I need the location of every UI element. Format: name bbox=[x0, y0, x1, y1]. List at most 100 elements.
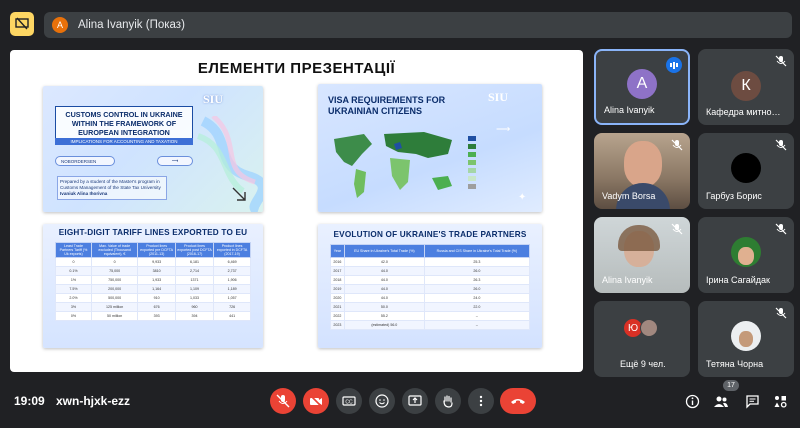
table-row: 2018 44.0 26.3 bbox=[330, 275, 531, 285]
thumb1-subtitle: IMPLICATIONS FOR ACCOUNTING AND TAXATION bbox=[55, 138, 193, 145]
table-row: 2017 44.0 26.0 bbox=[330, 266, 531, 276]
table-header-cell: Product lines exported post DCFTA (2016-… bbox=[174, 242, 215, 258]
table-cell: 26.0 bbox=[423, 284, 531, 294]
participant-name: Тетяна Чорна bbox=[706, 359, 764, 369]
more-participants-label: Ещё 9 чел. bbox=[620, 359, 666, 369]
thumb4-title: EVOLUTION OF UKRAINE'S TRADE PARTNERS bbox=[333, 230, 527, 239]
people-button[interactable] bbox=[712, 392, 730, 410]
captions-button[interactable]: CC bbox=[336, 388, 362, 414]
camera-off-icon bbox=[309, 394, 323, 408]
leave-call-button[interactable] bbox=[500, 388, 536, 414]
table-cell: 26.3 bbox=[423, 275, 531, 285]
table-cell: 7.5% bbox=[55, 284, 92, 294]
activities-button[interactable] bbox=[771, 392, 789, 410]
present-screen-icon bbox=[408, 395, 422, 406]
more-options-button[interactable] bbox=[468, 388, 494, 414]
table-cell: 44.0 bbox=[343, 293, 425, 303]
siu-logo: SIU bbox=[203, 92, 224, 106]
avatar: К bbox=[731, 71, 761, 101]
table-header-cell: Year bbox=[330, 244, 345, 258]
participant-name: Vadym Borsa bbox=[602, 191, 656, 201]
participant-tile-iryna[interactable]: Ірина Сагайдак bbox=[698, 217, 794, 293]
table-cell: 2017 bbox=[330, 266, 345, 276]
presenter-avatar: A bbox=[52, 17, 68, 33]
table-cell: 1,189 bbox=[213, 284, 251, 294]
participant-tile-more[interactable]: Ю Ещё 9 чел. bbox=[594, 301, 690, 377]
table-cell: 1,906 bbox=[213, 275, 251, 285]
table-cell: 676 bbox=[137, 302, 176, 312]
participant-tile-kafedra[interactable]: К Кафедра митно… bbox=[698, 49, 794, 125]
presenter-chip[interactable]: A Alina Ivanyik (Показ) bbox=[44, 12, 792, 38]
thumb1-prepared-box: Prepared by a student of the Master's pr… bbox=[57, 176, 167, 200]
people-count-badge: 17 bbox=[723, 380, 739, 391]
activities-icon bbox=[774, 395, 787, 408]
map-legend bbox=[468, 136, 536, 189]
reactions-button[interactable] bbox=[369, 388, 395, 414]
table-cell: – bbox=[423, 311, 531, 321]
more-vert-icon bbox=[479, 395, 483, 407]
hang-up-icon bbox=[511, 399, 525, 404]
table-cell: 26.0 bbox=[423, 266, 531, 276]
camera-off-button[interactable] bbox=[303, 388, 329, 414]
table-cell: 50.0 bbox=[343, 302, 425, 312]
present-button[interactable] bbox=[402, 388, 428, 414]
video-face bbox=[624, 141, 662, 187]
mic-off-icon bbox=[775, 307, 787, 319]
participant-tile-vadym[interactable]: Vadym Borsa bbox=[594, 133, 690, 209]
decorative-ribbon-icon bbox=[196, 116, 263, 212]
participant-tile-alina[interactable]: A Alina Ivanyik bbox=[594, 49, 690, 125]
table-cell: 726 bbox=[213, 302, 251, 312]
table-cell: 125 million bbox=[90, 302, 139, 312]
table-cell: 2016 bbox=[330, 257, 345, 267]
arrow-down-right-icon bbox=[232, 187, 246, 201]
table-cell: 42.0 bbox=[343, 257, 425, 267]
table-row: 2019 44.0 26.0 bbox=[330, 284, 531, 294]
table-cell: 1371 bbox=[174, 275, 215, 285]
thumb1-prepared: Prepared by a student of the Master's pr… bbox=[60, 179, 161, 190]
mic-off-button[interactable] bbox=[270, 388, 296, 414]
thumb3-title: EIGHT-DIGIT TARIFF LINES EXPORTED TO EU bbox=[58, 228, 248, 237]
participant-tile-garbuz[interactable]: Гарбуз Борис bbox=[698, 133, 794, 209]
table-cell: 2020 bbox=[330, 293, 345, 303]
table-header-cell: Least Trade Partners Tariff (% Uk export… bbox=[55, 242, 92, 258]
slide-thumbnail-title: SIU CUSTOMS CONTROL IN UKRAINE WITHIN TH… bbox=[43, 86, 263, 212]
table-cell: 3% bbox=[55, 302, 92, 312]
emoji-icon bbox=[375, 394, 389, 408]
table-cell: 441 bbox=[213, 311, 251, 321]
table-header-cell: Product lines exported in DCFTA (2017-19… bbox=[213, 242, 251, 258]
thumb1-author: Ivaniuk Alina Ihorivna bbox=[60, 191, 108, 196]
table-header-cell: Russia and CIS Share in Ukraine's Total … bbox=[423, 244, 531, 258]
chat-button[interactable] bbox=[743, 392, 761, 410]
table-cell: 44.0 bbox=[343, 266, 425, 276]
meeting-info-button[interactable] bbox=[683, 392, 701, 410]
arrow-icon: ⟶ bbox=[157, 156, 193, 166]
raise-hand-button[interactable] bbox=[435, 388, 461, 414]
table-header-cell: Max. Value of trade excluded (Thousand e… bbox=[90, 242, 139, 258]
table-cell: 9,933 bbox=[137, 257, 176, 267]
participant-tile-alina-video[interactable]: Alina Ivanyik bbox=[594, 217, 690, 293]
table-row: 0 0 9,933 6,181 6,469 bbox=[55, 257, 251, 267]
meeting-code: xwn-hjxk-ezz bbox=[56, 394, 131, 408]
table-row: 3% 125 million 676 960 726 bbox=[55, 302, 251, 312]
table-row: 2021 50.0 22.0 bbox=[330, 302, 531, 312]
arrow-right-icon: ⟶ bbox=[496, 124, 511, 135]
avatar bbox=[731, 153, 761, 183]
table-header-cell: Product lines exported pre DCFTA (2011-1… bbox=[137, 242, 176, 258]
table-cell: 500,000 bbox=[90, 293, 139, 303]
table-cell: 75,000 bbox=[90, 266, 139, 276]
table-cell: 44.0 bbox=[343, 275, 425, 285]
slide-thumbnail-visa: VISA REQUIREMENTS FOR UKRAINIAN CITIZENS… bbox=[318, 84, 542, 212]
mic-off-icon bbox=[671, 139, 683, 151]
sparkle-icon: ✦ bbox=[518, 192, 527, 203]
svg-text:CC: CC bbox=[345, 400, 353, 406]
table-cell: 960 bbox=[174, 302, 215, 312]
thumb1-title: CUSTOMS CONTROL IN UKRAINE WITHIN THE FR… bbox=[55, 106, 193, 141]
table-cell: 2021 bbox=[330, 302, 345, 312]
participant-tile-tetiana[interactable]: Тетяна Чорна bbox=[698, 301, 794, 377]
hand-icon bbox=[443, 395, 453, 408]
mic-off-icon bbox=[671, 223, 683, 235]
avatar-photo bbox=[640, 319, 658, 337]
table-cell: 1,933 bbox=[137, 275, 176, 285]
clock: 19:09 bbox=[14, 394, 45, 408]
presenting-icon[interactable] bbox=[10, 12, 34, 36]
